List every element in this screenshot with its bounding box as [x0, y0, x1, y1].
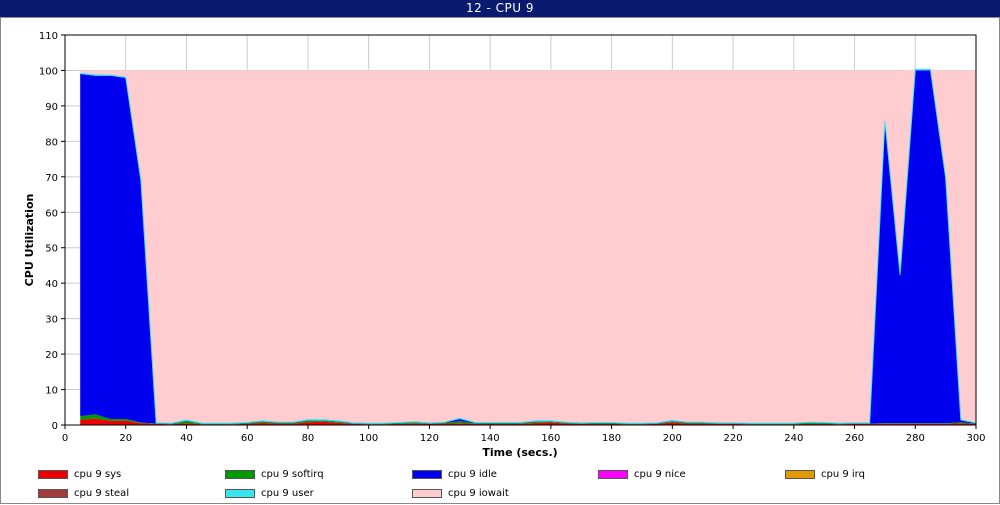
- legend-swatch: [412, 489, 442, 498]
- y-tick-label: 20: [45, 350, 58, 361]
- cpu-utilization-chart: 0 20 40 60 80 100 120 140 160 180 200 220 240 260 280 3…: [23, 31, 986, 459]
- x-tick-label: 120: [420, 433, 439, 444]
- x-tick-label: 180: [602, 433, 621, 444]
- y-tick-label: 70: [45, 173, 58, 184]
- x-axis-label: Time (secs.): [482, 446, 557, 459]
- legend-swatch: [225, 489, 255, 498]
- x-tick-label: 240: [784, 433, 803, 444]
- x-tick-label: 40: [180, 433, 193, 444]
- x-tick-label: 80: [302, 433, 315, 444]
- y-tick-label: 50: [45, 244, 58, 255]
- legend-swatch: [412, 470, 442, 479]
- x-tick-label: 140: [481, 433, 500, 444]
- x-tick-label: 0: [62, 433, 68, 444]
- x-tick-label: 260: [845, 433, 864, 444]
- y-tick-label: 40: [45, 279, 58, 290]
- legend-swatch: [38, 489, 68, 498]
- x-tick-label: 300: [966, 433, 985, 444]
- legend-label: cpu 9 irq: [821, 469, 865, 480]
- series-area-cpu-9-iowait: [80, 69, 976, 424]
- y-tick-label: 110: [39, 31, 58, 42]
- legend-label: cpu 9 iowait: [448, 488, 509, 499]
- x-tick-label: 200: [663, 433, 682, 444]
- chart-legend: cpu 9 sys cpu 9 softirq cpu 9 idle cpu 9 ni…: [0, 462, 1000, 504]
- legend-label: cpu 9 sys: [74, 469, 122, 480]
- x-tick-labels: 0 20 40 60 80 100 120 140 160 180 200 220 240 260 280 3…: [62, 433, 986, 444]
- legend-swatch: [38, 470, 68, 479]
- y-tick-label: 0: [52, 421, 58, 432]
- stacked-area-series: [80, 68, 977, 425]
- legend-swatch: [225, 470, 255, 479]
- y-tick-label: 30: [45, 315, 58, 326]
- legend-swatch: [785, 470, 815, 479]
- legend-swatch: [598, 470, 628, 479]
- legend-label: cpu 9 idle: [448, 469, 497, 480]
- legend-label: cpu 9 user: [261, 488, 314, 499]
- y-tick-label: 100: [39, 66, 58, 77]
- y-tick-labels: 0 10 20 30 40 50 60 70 80 90 100 110: [39, 31, 58, 432]
- y-tick-label: 90: [45, 102, 58, 113]
- y-tick-label: 80: [45, 137, 58, 148]
- x-tick-label: 100: [359, 433, 378, 444]
- y-axis-label: CPU Utilization: [23, 194, 36, 287]
- y-tick-label: 60: [45, 208, 58, 219]
- legend-label: cpu 9 softirq: [261, 469, 324, 480]
- x-tick-label: 160: [541, 433, 560, 444]
- x-tick-label: 280: [906, 433, 925, 444]
- x-tick-label: 60: [241, 433, 254, 444]
- x-tick-label: 220: [724, 433, 743, 444]
- legend-label: cpu 9 nice: [634, 469, 686, 480]
- y-tick-label: 10: [45, 386, 58, 397]
- legend-label: cpu 9 steal: [74, 488, 130, 499]
- x-tick-label: 20: [119, 433, 132, 444]
